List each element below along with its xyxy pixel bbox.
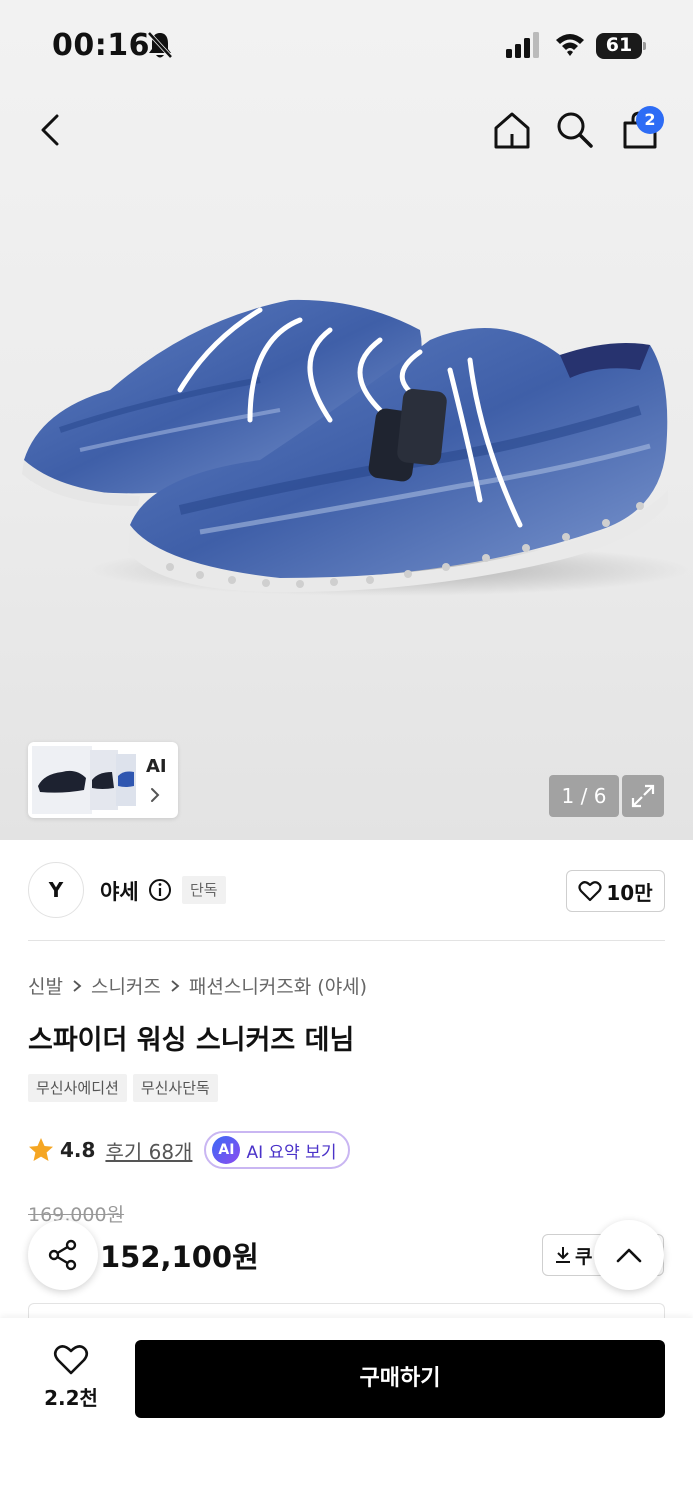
search-button[interactable] [551,100,599,160]
product-tags: 무신사에디션 무신사단독 [28,1074,218,1102]
thumbnail-images [32,746,136,814]
scroll-top-button[interactable] [594,1220,664,1290]
back-button[interactable] [26,100,74,160]
buy-button[interactable]: 구매하기 [135,1340,665,1418]
ai-label: AI [146,756,167,777]
expand-icon [631,784,655,808]
chevron-right-icon [73,979,82,992]
brand-name[interactable]: 야세 [100,876,139,906]
bottom-action-bar: 2.2천 구매하기 [0,1318,693,1500]
chevron-right-icon [151,788,160,802]
clock: 00:16 [52,28,150,63]
ai-summary-label: AI 요약 보기 [246,1142,337,1163]
breadcrumb-item[interactable]: 패션스니커즈화 (야세) [189,972,367,999]
home-button[interactable] [488,100,536,160]
exclusive-badge: 단독 [182,876,226,904]
rating-row: 4.8 후기 68개 AI AI 요약 보기 [28,1130,351,1170]
status-bar: 00:16 61 [0,0,693,92]
brand-like-count: 10만 [606,880,653,905]
product-tag: 무신사단독 [132,1074,218,1102]
info-icon[interactable] [148,878,172,902]
brand-logo-text: Y [48,878,64,902]
sale-price: 152,100원 [100,1240,259,1274]
breadcrumb: 신발 스니커즈 패션스니커즈화 (야세) [28,972,367,999]
product-title: 스파이더 워싱 스니커즈 데님 [28,1025,355,1056]
home-icon [494,112,530,149]
product-image [22,299,690,596]
product-tag: 무신사에디션 [28,1074,127,1102]
share-icon [48,1239,77,1271]
cellular-signal-icon [506,32,539,58]
product-gallery[interactable]: 00:16 61 2 AI 1 / 6 [0,0,693,840]
battery-indicator: 61 [596,33,646,59]
heart-icon [578,881,602,902]
image-pager: 1 / 6 [549,775,619,817]
download-icon [556,1247,570,1263]
chevron-left-icon [41,114,59,146]
chevron-up-icon [616,1248,642,1263]
ai-lookbook-thumbnail[interactable]: AI [28,742,178,818]
wifi-icon [556,34,584,56]
breadcrumb-item[interactable]: 신발 [28,972,63,999]
review-link[interactable]: 후기 68개 [105,1136,192,1165]
breadcrumb-item[interactable]: 스니커즈 [91,972,161,999]
coupon-label: 쿠 [575,1245,593,1268]
expand-button[interactable] [622,775,664,817]
brand-logo[interactable]: Y [28,862,84,918]
top-navigation [0,100,693,160]
brand-like-button[interactable]: 10만 [566,870,665,912]
rating-value: 4.8 [60,1138,96,1162]
search-icon [557,112,593,148]
bell-off-icon [147,31,173,59]
chevron-right-icon [171,979,180,992]
cart-count-badge: 2 [636,106,664,134]
share-button[interactable] [28,1220,98,1290]
wishlist-count: 2.2천 [44,1386,98,1410]
star-icon [29,1138,53,1161]
brand-row: Y 야세 단독 10만 [28,860,665,920]
battery-percent: 61 [605,34,633,56]
heart-icon [53,1345,89,1375]
ai-badge-icon: AI [212,1136,241,1164]
wishlist-button[interactable]: 2.2천 [30,1344,112,1414]
divider [28,940,665,941]
ai-summary-button[interactable]: AI AI 요약 보기 [204,1131,351,1169]
